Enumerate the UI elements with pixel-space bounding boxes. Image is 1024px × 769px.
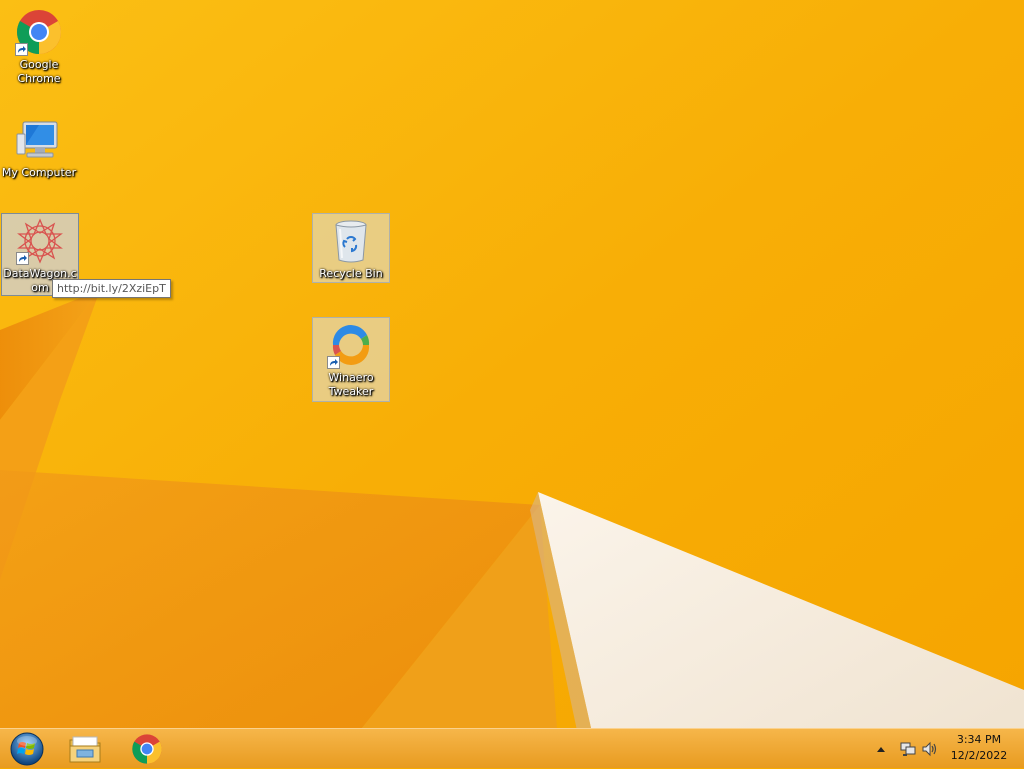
recycle-bin-icon	[327, 217, 375, 265]
chrome-taskbar-button[interactable]	[122, 731, 172, 767]
clock-date: 12/2/2022	[950, 749, 1008, 762]
shortcut-arrow-icon	[327, 356, 340, 369]
network-icon[interactable]	[900, 741, 916, 757]
volume-icon[interactable]	[922, 741, 938, 757]
show-hidden-icons-arrow-icon[interactable]	[873, 741, 889, 757]
chrome-icon	[132, 734, 162, 764]
desktop-icon-label: My Computer	[1, 166, 77, 179]
winaero-tweaker-icon	[327, 321, 375, 369]
desktop-icon-winaero-tweaker[interactable]: Winaero Tweaker	[312, 317, 390, 402]
desktop-icon-google-chrome[interactable]: Google Chrome	[0, 4, 78, 87]
shortcut-arrow-icon	[16, 252, 29, 265]
taskbar: 3:34 PM 12/2/2022	[0, 728, 1024, 768]
start-button[interactable]	[4, 731, 50, 767]
desktop-wallpaper	[0, 0, 1024, 768]
clock-time: 3:34 PM	[956, 733, 1002, 746]
shortcut-arrow-icon	[15, 43, 28, 56]
datawagon-icon	[16, 217, 64, 265]
computer-icon	[15, 116, 63, 164]
desktop-icon-my-computer[interactable]: My Computer	[0, 112, 78, 181]
desktop-icon-label: Recycle Bin	[319, 267, 383, 280]
file-explorer-taskbar-button[interactable]	[60, 731, 110, 767]
desktop-icon-label: Google Chrome	[17, 58, 61, 85]
desktop-icon-recycle-bin[interactable]: Recycle Bin	[312, 213, 390, 283]
tooltip: http://bit.ly/2XziEpT	[52, 279, 171, 298]
file-explorer-icon	[69, 736, 101, 763]
clock[interactable]: 3:34 PM 12/2/2022	[944, 732, 1014, 764]
chrome-icon	[15, 8, 63, 56]
start-icon	[10, 732, 44, 766]
desktop-icon-label: Winaero Tweaker	[328, 371, 374, 398]
